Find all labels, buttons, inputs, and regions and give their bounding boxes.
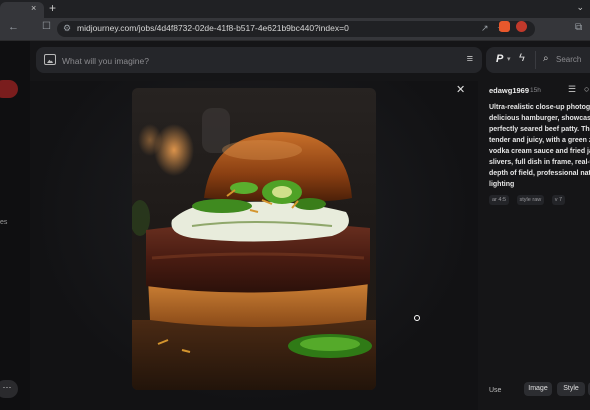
browser-toolbar: ← ☐ ⚙ midjourney.com/jobs/4d4f8732-02de-… bbox=[0, 18, 590, 41]
sidebar-more-button[interactable]: ··· bbox=[0, 380, 18, 398]
prompt-text[interactable]: Ultra-realistic close-up photogr delicio… bbox=[489, 102, 590, 190]
settings-sliders-icon[interactable]: ≡ bbox=[467, 54, 473, 65]
prompt-line: Ultra-realistic close-up photogr bbox=[489, 104, 590, 111]
prompt-line: delicious hamburger, showcasin bbox=[489, 115, 590, 122]
close-icon[interactable]: ✕ bbox=[456, 83, 465, 96]
tag-aspect-ratio[interactable]: ar 4:5 bbox=[489, 195, 510, 205]
prompt-line: perfectly seared beef patty. The bbox=[489, 126, 590, 133]
mouse-cursor bbox=[414, 315, 420, 321]
speed-bolt-icon[interactable]: ϟ bbox=[519, 52, 525, 64]
tab-search-chevron-icon[interactable]: ⌄ bbox=[576, 2, 584, 13]
more-icon[interactable]: ○ bbox=[584, 84, 589, 94]
browser-tab[interactable]: × bbox=[0, 2, 44, 18]
back-icon[interactable]: ← bbox=[8, 21, 19, 33]
use-image-button[interactable]: Image bbox=[524, 382, 552, 396]
creator-username[interactable]: edawg1969 bbox=[489, 86, 529, 95]
prompt-line: vodka cream sauce and fried jal bbox=[489, 148, 590, 155]
time-ago: 15h bbox=[530, 87, 541, 94]
search-icon[interactable]: ⌕ bbox=[543, 53, 549, 64]
options-list-icon[interactable]: ☰ bbox=[568, 84, 576, 95]
personalize-button[interactable]: P bbox=[496, 53, 503, 65]
prompt-input[interactable] bbox=[60, 52, 444, 70]
close-tab-icon[interactable]: × bbox=[31, 3, 36, 13]
prompt-line: tender and juicy, with a green ze bbox=[489, 137, 590, 144]
extension-badge-icon[interactable] bbox=[516, 21, 527, 32]
extensions-icon[interactable]: ⧉ bbox=[575, 22, 582, 33]
new-tab-button[interactable]: + bbox=[49, 1, 56, 15]
use-label: Use bbox=[489, 387, 502, 394]
sidebar-active-item[interactable] bbox=[0, 80, 18, 98]
burger-image-icon bbox=[132, 108, 376, 390]
browser-tab-bar: × + ⌄ bbox=[0, 0, 590, 18]
mode-search-bar: P ▾ ϟ ⌕ Search bbox=[486, 47, 590, 73]
sidebar-item-label[interactable]: es bbox=[0, 219, 7, 226]
tag-version[interactable]: v 7 bbox=[551, 195, 566, 205]
address-bar[interactable]: ⚙ midjourney.com/jobs/4d4f8732-02de-41f8… bbox=[57, 21, 535, 37]
use-style-button[interactable]: Style bbox=[557, 382, 585, 396]
prompt-bar: ≡ bbox=[36, 47, 482, 73]
image-viewer bbox=[30, 81, 478, 410]
url-text[interactable]: midjourney.com/jobs/4d4f8732-02de-41f8-b… bbox=[77, 23, 349, 33]
add-image-icon[interactable] bbox=[44, 54, 56, 65]
job-details-panel: ✕ edawg1969 15h ☰ ○ Ultra-realistic clos… bbox=[456, 81, 590, 410]
divider bbox=[535, 51, 536, 69]
sidebar: es ··· bbox=[0, 41, 30, 410]
generated-image[interactable] bbox=[132, 88, 376, 390]
search-input[interactable]: Search bbox=[556, 55, 581, 64]
bookmark-icon[interactable]: ☐ bbox=[42, 21, 51, 32]
midjourney-app: es ··· ≡ P ▾ ϟ ⌕ Search bbox=[0, 41, 590, 410]
brave-shield-icon[interactable] bbox=[499, 21, 510, 32]
prompt-line: slivers, full dish in frame, real-wo bbox=[489, 159, 590, 166]
chevron-down-icon[interactable]: ▾ bbox=[507, 55, 511, 63]
tag-style[interactable]: style raw bbox=[516, 195, 545, 205]
parameter-tags: ar 4:5 style raw v 7 bbox=[489, 188, 568, 206]
share-icon[interactable]: ↗ bbox=[481, 23, 489, 34]
prompt-line: depth of field, professional natu bbox=[489, 170, 590, 177]
site-info-icon[interactable]: ⚙ bbox=[63, 23, 71, 34]
